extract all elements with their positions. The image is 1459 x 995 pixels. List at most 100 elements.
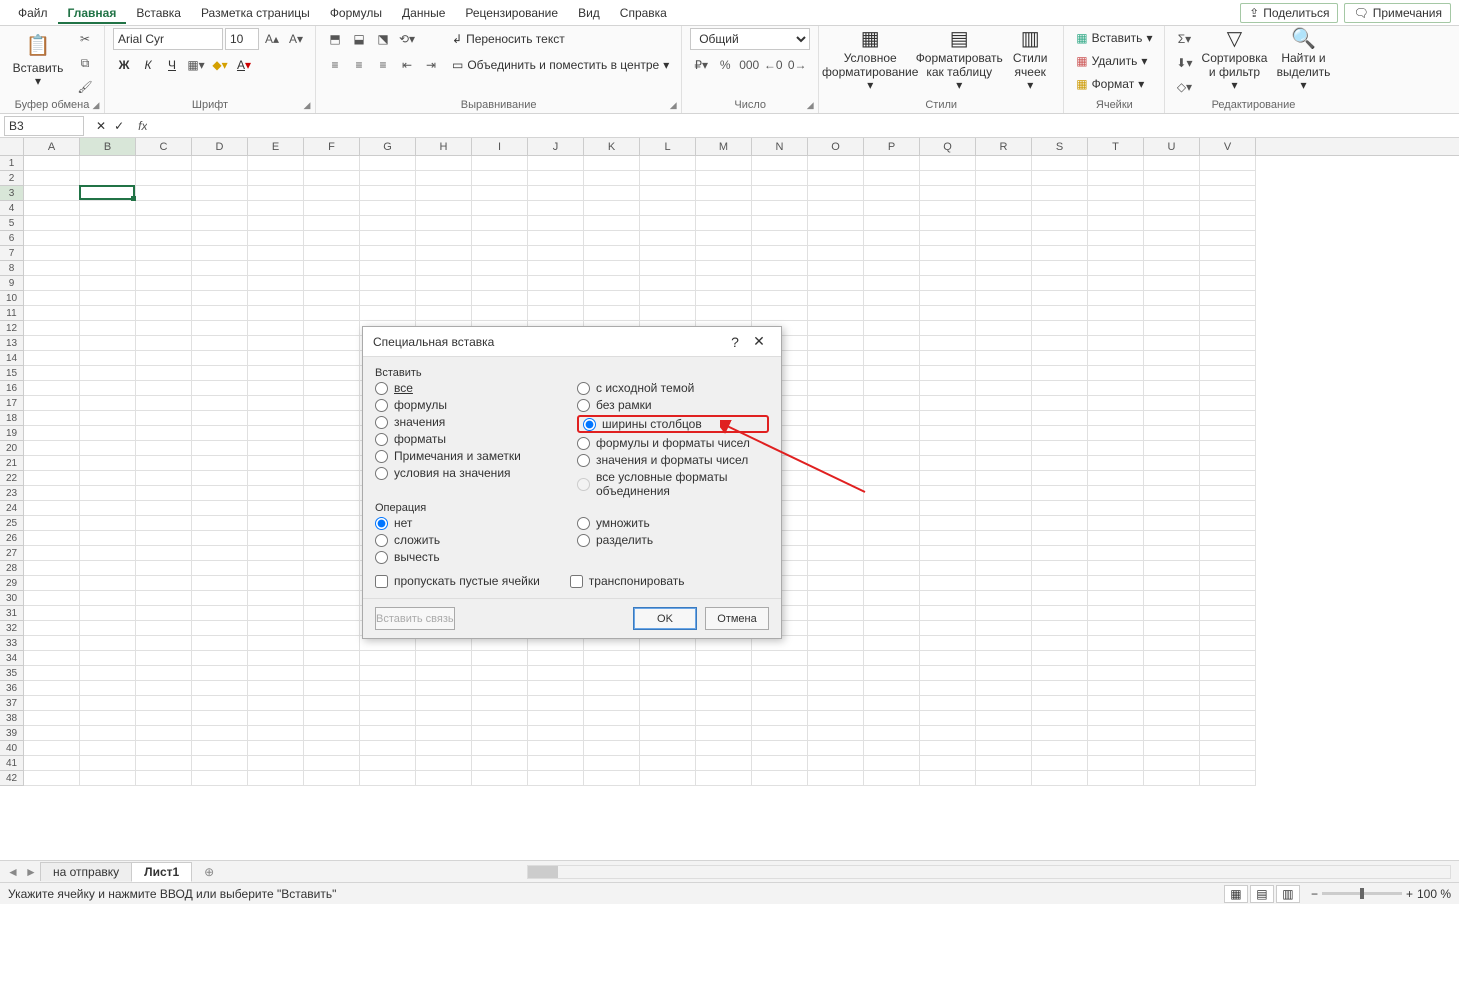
tab-review[interactable]: Рецензирование — [455, 2, 568, 24]
page-break-view-button[interactable]: ▥ — [1276, 885, 1300, 903]
row-header-32[interactable]: 32 — [0, 621, 23, 636]
row-header-25[interactable]: 25 — [0, 516, 23, 531]
confirm-edit-icon[interactable]: ✓ — [114, 119, 124, 133]
dialog-launcher-icon[interactable]: ◢ — [667, 99, 679, 111]
tab-help[interactable]: Справка — [610, 2, 677, 24]
row-header-39[interactable]: 39 — [0, 726, 23, 741]
number-format-combo[interactable]: Общий — [690, 28, 810, 50]
insert-cells-button[interactable]: ▦Вставить▾ — [1072, 28, 1156, 49]
row-header-23[interactable]: 23 — [0, 486, 23, 501]
row-header-13[interactable]: 13 — [0, 336, 23, 351]
sort-filter-button[interactable]: ▽Сортировка и фильтр▾ — [1201, 28, 1267, 92]
radio-formulas-numfmt[interactable]: формулы и форматы чисел — [577, 436, 769, 450]
inc-decimal-button[interactable]: ←0 — [762, 54, 784, 76]
radio-column-widths[interactable]: ширины столбцов — [583, 417, 702, 431]
align-right-button[interactable]: ≡ — [372, 54, 394, 76]
font-color-button[interactable]: A▾ — [233, 54, 255, 76]
row-header-1[interactable]: 1 — [0, 156, 23, 171]
format-as-table-button[interactable]: ▤Форматировать как таблицу▾ — [919, 28, 999, 92]
row-header-9[interactable]: 9 — [0, 276, 23, 291]
wrap-text-button[interactable]: ↲Переносить текст — [448, 28, 673, 50]
comma-button[interactable]: 000 — [738, 54, 760, 76]
row-header-33[interactable]: 33 — [0, 636, 23, 651]
cancel-button[interactable]: Отмена — [705, 607, 769, 630]
row-header-21[interactable]: 21 — [0, 456, 23, 471]
copy-button[interactable]: ⧉ — [74, 52, 96, 74]
radio-all[interactable]: все — [375, 381, 567, 395]
zoom-in-button[interactable]: + — [1406, 887, 1413, 901]
column-headers[interactable]: ABCDEFGHIJKLMNOPQRSTUV — [24, 138, 1459, 156]
col-header-O[interactable]: O — [808, 138, 864, 155]
zoom-slider[interactable] — [1322, 892, 1402, 895]
row-header-20[interactable]: 20 — [0, 441, 23, 456]
cell-styles-button[interactable]: ▥Стили ячеек▾ — [1005, 28, 1055, 92]
dialog-launcher-icon[interactable]: ◢ — [804, 99, 816, 111]
increase-indent-button[interactable]: ⇥ — [420, 54, 442, 76]
row-header-14[interactable]: 14 — [0, 351, 23, 366]
col-header-Q[interactable]: Q — [920, 138, 976, 155]
tab-formulas[interactable]: Формулы — [320, 2, 392, 24]
merge-center-button[interactable]: ▭Объединить и поместить в центре▾ — [448, 54, 673, 76]
comments-button[interactable]: 🗨Примечания — [1344, 3, 1451, 23]
decrease-indent-button[interactable]: ⇤ — [396, 54, 418, 76]
col-header-M[interactable]: M — [696, 138, 752, 155]
radio-theme[interactable]: с исходной темой — [577, 381, 769, 395]
clear-button[interactable]: ◇▾ — [1173, 76, 1195, 98]
col-header-J[interactable]: J — [528, 138, 584, 155]
align-center-button[interactable]: ≡ — [348, 54, 370, 76]
autosum-button[interactable]: Σ▾ — [1173, 28, 1195, 50]
paste-button[interactable]: 📋 Вставить▾ — [8, 28, 68, 92]
format-painter-button[interactable]: 🖌 — [74, 76, 96, 98]
col-header-N[interactable]: N — [752, 138, 808, 155]
sheet-tab-1[interactable]: на отправку — [40, 862, 132, 881]
find-select-button[interactable]: 🔍Найти и выделить▾ — [1273, 28, 1333, 92]
page-layout-view-button[interactable]: ▤ — [1250, 885, 1274, 903]
radio-formats[interactable]: форматы — [375, 432, 567, 446]
col-header-H[interactable]: H — [416, 138, 472, 155]
col-header-C[interactable]: C — [136, 138, 192, 155]
col-header-R[interactable]: R — [976, 138, 1032, 155]
next-sheet-button[interactable]: ► — [22, 865, 40, 879]
delete-cells-button[interactable]: ▦Удалить▾ — [1072, 51, 1151, 72]
dialog-close-button[interactable]: ✕ — [747, 333, 771, 350]
normal-view-button[interactable]: ▦ — [1224, 885, 1248, 903]
row-header-10[interactable]: 10 — [0, 291, 23, 306]
dialog-titlebar[interactable]: Специальная вставка ? ✕ — [363, 327, 781, 357]
radio-op-none[interactable]: нет — [375, 516, 567, 530]
row-header-12[interactable]: 12 — [0, 321, 23, 336]
row-header-34[interactable]: 34 — [0, 651, 23, 666]
col-header-F[interactable]: F — [304, 138, 360, 155]
row-header-36[interactable]: 36 — [0, 681, 23, 696]
row-header-28[interactable]: 28 — [0, 561, 23, 576]
italic-button[interactable]: К — [137, 54, 159, 76]
row-header-3[interactable]: 3 — [0, 186, 23, 201]
tab-file[interactable]: Файл — [8, 2, 58, 24]
row-header-17[interactable]: 17 — [0, 396, 23, 411]
tab-layout[interactable]: Разметка страницы — [191, 2, 320, 24]
radio-comments[interactable]: Примечания и заметки — [375, 449, 567, 463]
sheet-tab-2[interactable]: Лист1 — [131, 862, 192, 882]
radio-formulas[interactable]: формулы — [375, 398, 567, 412]
radio-values-numfmt[interactable]: значения и форматы чисел — [577, 453, 769, 467]
row-header-16[interactable]: 16 — [0, 381, 23, 396]
select-all-corner[interactable] — [0, 138, 24, 156]
prev-sheet-button[interactable]: ◄ — [4, 865, 22, 879]
row-header-40[interactable]: 40 — [0, 741, 23, 756]
fx-icon[interactable]: fx — [132, 119, 147, 133]
row-header-31[interactable]: 31 — [0, 606, 23, 621]
col-header-V[interactable]: V — [1200, 138, 1256, 155]
format-cells-button[interactable]: ▦Формат▾ — [1072, 73, 1148, 94]
col-header-L[interactable]: L — [640, 138, 696, 155]
radio-op-div[interactable]: разделить — [577, 533, 769, 547]
fill-color-button[interactable]: ◆▾ — [209, 54, 231, 76]
row-headers[interactable]: 1234567891011121314151617181920212223242… — [0, 156, 24, 786]
row-header-8[interactable]: 8 — [0, 261, 23, 276]
orientation-button[interactable]: ⟲▾ — [396, 28, 418, 50]
dialog-help-button[interactable]: ? — [723, 334, 747, 350]
row-header-18[interactable]: 18 — [0, 411, 23, 426]
font-size-combo[interactable] — [225, 28, 259, 50]
radio-values[interactable]: значения — [375, 415, 567, 429]
align-top-button[interactable]: ⬒ — [324, 28, 346, 50]
col-header-D[interactable]: D — [192, 138, 248, 155]
tab-home[interactable]: Главная — [58, 2, 127, 24]
